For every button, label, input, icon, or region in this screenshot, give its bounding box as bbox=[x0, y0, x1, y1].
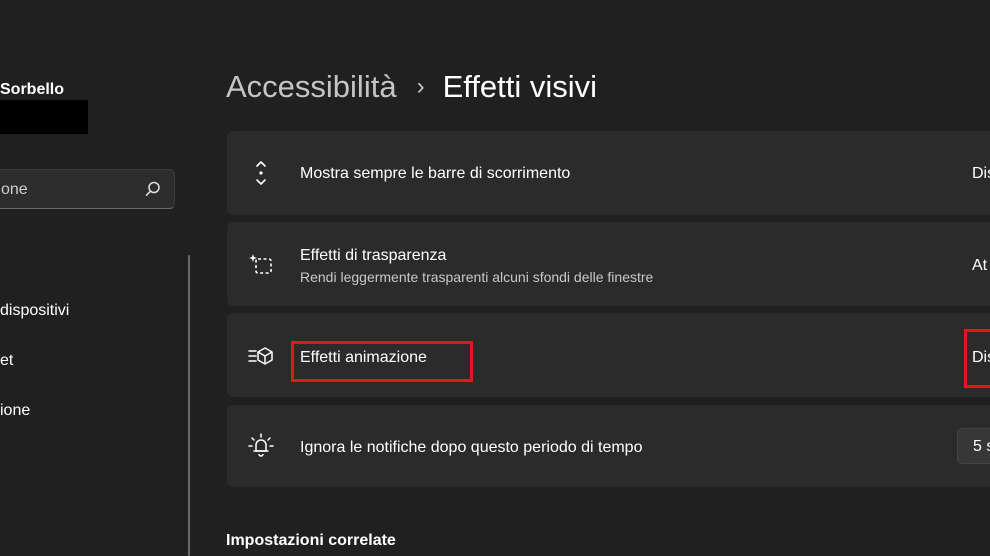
search-icon[interactable] bbox=[144, 180, 162, 198]
setting-description: Rendi leggermente trasparenti alcuni sfo… bbox=[300, 269, 654, 285]
setting-notification-dismiss-time[interactable]: Ignora le notifiche dopo questo periodo … bbox=[227, 405, 990, 487]
setting-title: Effetti di trasparenza bbox=[300, 247, 447, 264]
dropdown-selected-value: 5 s bbox=[973, 438, 990, 455]
toggle-state-label[interactable]: Dis bbox=[972, 165, 990, 183]
toggle-state-label[interactable]: At bbox=[972, 257, 987, 275]
setting-title: Ignora le notifiche dopo questo periodo … bbox=[300, 439, 643, 456]
redacted-email bbox=[0, 100, 88, 134]
sidebar-item-devices[interactable]: dispositivi bbox=[0, 302, 69, 320]
highlight-box-animation-title bbox=[291, 341, 473, 382]
transparency-icon bbox=[249, 254, 272, 274]
search-input[interactable]: one bbox=[0, 169, 175, 209]
user-name: Sorbello bbox=[0, 81, 65, 98]
page-title: Effetti visivi bbox=[442, 69, 598, 104]
breadcrumb: Accessibilità › Effetti visivi bbox=[226, 64, 597, 110]
setting-title: Mostra sempre le barre di scorrimento bbox=[300, 165, 571, 182]
setting-always-show-scrollbars[interactable]: Mostra sempre le barre di scorrimento Di… bbox=[227, 131, 990, 215]
dismiss-time-dropdown[interactable]: 5 s bbox=[957, 428, 990, 464]
sidebar-scrollbar[interactable] bbox=[188, 255, 190, 556]
notification-bell-icon bbox=[248, 433, 274, 457]
sidebar-item-personalization[interactable]: ione bbox=[0, 402, 30, 420]
sidebar: Sorbello one dispositivi et ione bbox=[0, 0, 200, 556]
related-settings-heading: Impostazioni correlate bbox=[226, 532, 396, 549]
animation-icon bbox=[248, 347, 273, 365]
setting-transparency-effects[interactable]: Effetti di trasparenza Rendi leggermente… bbox=[227, 222, 990, 306]
breadcrumb-parent[interactable]: Accessibilità bbox=[226, 69, 397, 105]
search-input-value: one bbox=[1, 181, 28, 198]
highlight-box-animation-toggle bbox=[964, 329, 990, 388]
scrollbar-icon bbox=[256, 161, 266, 185]
chevron-right-icon: › bbox=[416, 73, 425, 100]
sidebar-item-network[interactable]: et bbox=[0, 352, 13, 370]
